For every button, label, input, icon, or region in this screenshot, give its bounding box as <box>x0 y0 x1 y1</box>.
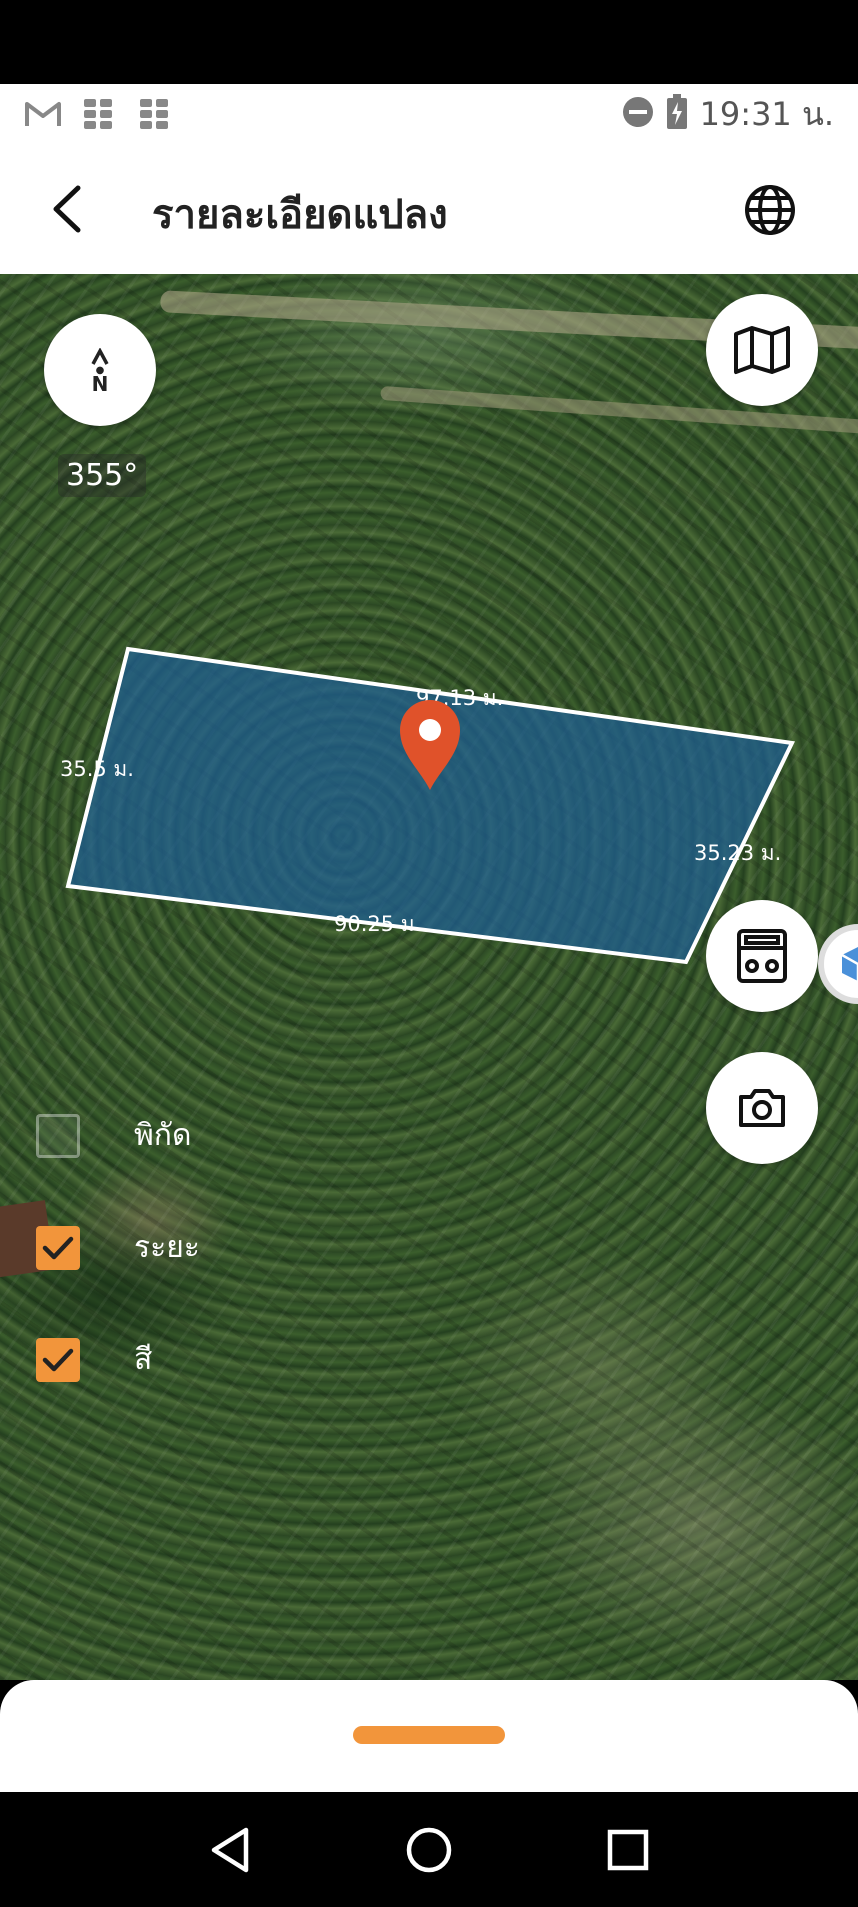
checkbox-distance[interactable] <box>36 1225 80 1270</box>
back-button[interactable] <box>36 179 96 239</box>
parcel-edge-left-label: 35.5 ม. <box>60 757 134 781</box>
checkbox-color[interactable] <box>36 1337 80 1382</box>
compass-button[interactable]: ● N <box>44 314 156 426</box>
compass-arrow-icon <box>91 347 109 365</box>
camera-button[interactable] <box>706 1052 818 1164</box>
bottom-sheet[interactable] <box>0 1680 858 1792</box>
layer-label-coordinates: พิกัด <box>134 1118 192 1153</box>
arrow-back-icon <box>53 185 81 233</box>
app-bar: รายละเอียดแปลง <box>0 144 858 274</box>
parcel-edge-right-label: 35.23 ม. <box>694 841 781 865</box>
battery-charging-icon <box>666 94 688 134</box>
satellite-map[interactable]: 97.13 ม. 35.23 ม. 90.25 ม. 35.5 ม. ● N 3… <box>0 274 858 1680</box>
status-time: 19:31 น. <box>699 94 834 133</box>
nav-recents-button[interactable] <box>598 1820 658 1880</box>
nav-recents-icon <box>608 1829 649 1870</box>
globe-icon <box>745 185 795 235</box>
do-not-disturb-icon <box>622 96 654 132</box>
gmail-icon <box>24 97 62 131</box>
map-type-button[interactable] <box>706 294 818 406</box>
nav-back-button[interactable] <box>200 1820 260 1880</box>
checkmark-icon <box>42 1348 74 1371</box>
cube-3d-icon <box>841 947 858 981</box>
layer-option-distance[interactable]: ระยะ <box>36 1224 200 1271</box>
layer-option-color[interactable]: สี <box>36 1336 152 1383</box>
layer-label-color: สี <box>134 1342 153 1377</box>
app-grid-icon <box>136 97 174 131</box>
language-button[interactable] <box>742 182 798 238</box>
calculator-icon <box>737 929 787 983</box>
nav-home-icon <box>406 1827 452 1872</box>
parcel-edge-bottom-label: 90.25 ม. <box>334 912 421 936</box>
system-nav-bar <box>0 1792 858 1907</box>
nav-back-icon <box>211 1827 248 1872</box>
layer-label-distance: ระยะ <box>134 1230 200 1265</box>
nav-home-button[interactable] <box>399 1820 459 1880</box>
status-bar: 19:31 น. <box>0 84 858 144</box>
compass-north-label: N <box>91 371 109 396</box>
top-black-bar <box>0 0 858 84</box>
layer-option-coordinates[interactable]: พิกัด <box>36 1112 191 1159</box>
bottom-sheet-handle[interactable] <box>353 1726 505 1744</box>
calculator-button[interactable] <box>706 900 818 1012</box>
camera-icon <box>739 1089 785 1127</box>
page-title: รายละเอียดแปลง <box>152 192 448 238</box>
checkmark-icon <box>42 1236 74 1259</box>
checkbox-coordinates[interactable] <box>36 1113 80 1158</box>
map-layers-icon <box>734 326 790 374</box>
bearing-readout: 355° <box>58 454 147 497</box>
app-grid-icon <box>80 97 118 131</box>
